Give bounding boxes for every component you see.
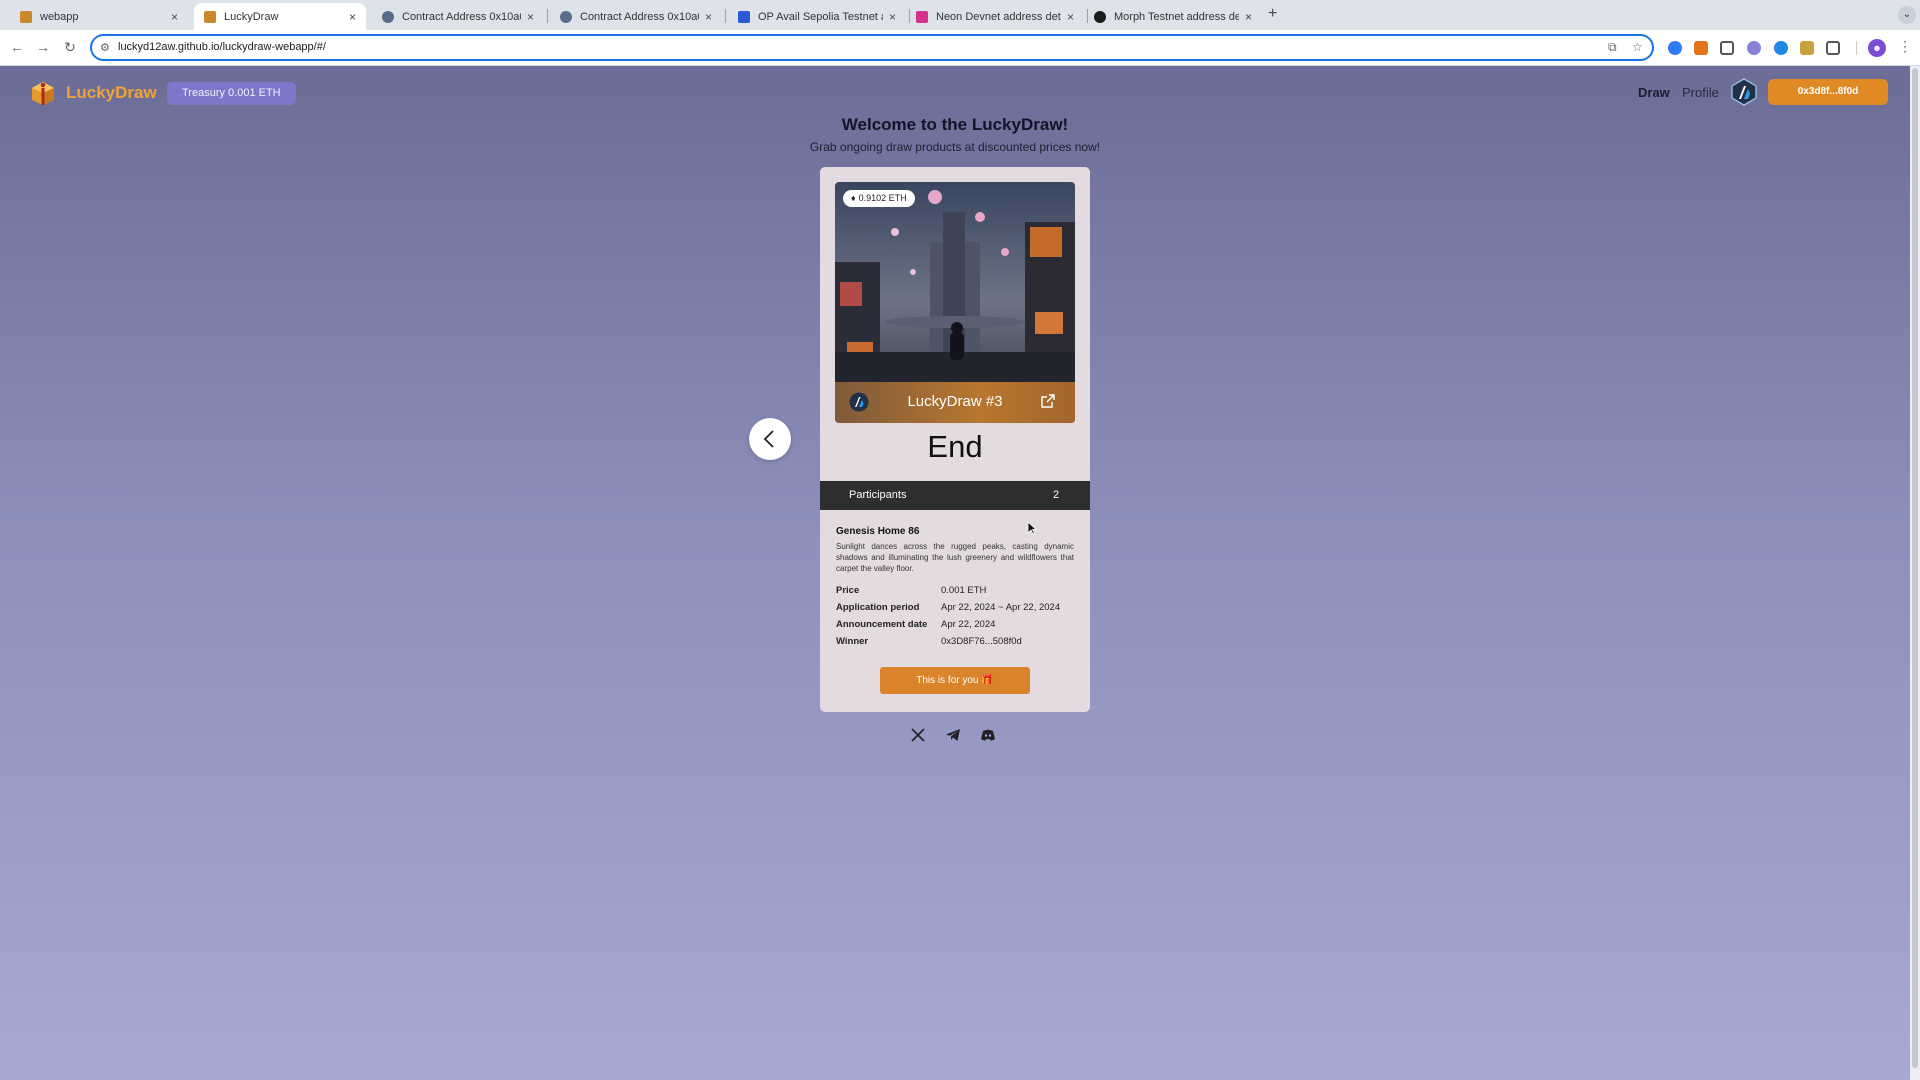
page-subtitle: Grab ongoing draw products at discounted… xyxy=(809,140,1101,154)
favicon-icon xyxy=(204,10,216,23)
close-icon[interactable]: × xyxy=(889,10,896,24)
browser-tab[interactable]: webapp × xyxy=(10,3,188,30)
tab-label: webapp xyxy=(40,10,79,23)
url-text[interactable]: luckyd12aw.github.io/luckydraw-webapp/#/ xyxy=(118,41,326,53)
discord-icon[interactable] xyxy=(980,727,996,743)
tab-label: Morph Testnet address detai xyxy=(1114,10,1239,23)
browser-toolbar: ← → ↻ ⚙ luckyd12aw.github.io/luckydraw-w… xyxy=(0,30,1920,66)
tab-label: OP Avail Sepolia Testnet add xyxy=(758,10,883,23)
browser-tab[interactable]: Neon Devnet address details × xyxy=(906,3,1084,30)
participants-count: 2 xyxy=(1053,489,1060,501)
arbitrum-network-icon[interactable] xyxy=(1731,78,1757,106)
favicon-icon xyxy=(1094,10,1106,23)
info-value: Apr 22, 2024 ~ Apr 22, 2024 xyxy=(941,602,1061,613)
brand[interactable]: LuckyDraw xyxy=(30,80,157,106)
item-description: Sunlight dances across the rugged peaks,… xyxy=(836,542,1074,573)
extension-icon[interactable] xyxy=(1747,41,1761,55)
info-key: Winner xyxy=(836,636,869,647)
page-scrollbar[interactable] xyxy=(1910,66,1920,1080)
info-key: Application period xyxy=(836,602,920,613)
eth-price-value: 0.9102 ETH xyxy=(858,193,907,203)
browser-tab[interactable]: OP Avail Sepolia Testnet add × xyxy=(728,3,906,30)
treasury-badge: Treasury 0.001 ETH xyxy=(167,82,296,105)
address-bar[interactable]: ⚙ luckyd12aw.github.io/luckydraw-webapp/… xyxy=(90,34,1654,61)
profile-avatar-icon[interactable]: ☻ xyxy=(1868,39,1886,57)
external-link-icon[interactable] xyxy=(1040,393,1056,409)
extensions-puzzle-icon[interactable] xyxy=(1826,41,1840,55)
tab-divider xyxy=(725,9,726,23)
page-title: Welcome to the LuckyDraw! xyxy=(841,115,1069,134)
info-key: Price xyxy=(836,585,860,596)
nav-profile-link[interactable]: Profile xyxy=(1682,85,1719,100)
toolbar-divider xyxy=(1856,41,1857,55)
close-icon[interactable]: × xyxy=(527,10,534,24)
tab-divider xyxy=(547,9,548,23)
site-info-icon[interactable]: ⚙ xyxy=(100,41,110,54)
this-is-for-you-button[interactable]: This is for you 🎁 xyxy=(880,667,1030,694)
back-icon[interactable]: ← xyxy=(8,39,26,55)
favicon-icon xyxy=(382,10,394,23)
browser-tab-active[interactable]: LuckyDraw × xyxy=(194,3,366,30)
close-icon[interactable]: × xyxy=(1245,10,1252,24)
wallet-address-button[interactable]: 0x3d8f...8f0d xyxy=(1768,79,1888,105)
extension-icon[interactable] xyxy=(1800,41,1814,55)
tab-label: Contract Address 0x10a04C xyxy=(402,10,521,23)
favicon-icon xyxy=(20,10,32,23)
nav-draw-link[interactable]: Draw xyxy=(1638,85,1670,100)
new-tab-icon[interactable]: + xyxy=(1268,5,1277,23)
info-value: Apr 22, 2024 xyxy=(941,619,996,630)
item-title: Genesis Home 86 xyxy=(836,526,920,537)
info-key: Announcement date xyxy=(836,619,928,630)
participants-bar: Participants 2 xyxy=(820,481,1090,510)
scrollbar-thumb[interactable] xyxy=(1912,68,1918,1068)
translate-icon[interactable]: ⧉ xyxy=(1608,40,1617,55)
extension-icon[interactable] xyxy=(1774,41,1788,55)
participants-label: Participants xyxy=(849,489,907,501)
chevron-left-icon xyxy=(763,430,774,448)
close-icon[interactable]: × xyxy=(1067,10,1074,24)
info-value: 0.001 ETH xyxy=(941,585,987,596)
draw-card: ♦ 0.9102 ETH LuckyDraw #3 End Participan… xyxy=(820,167,1090,712)
telegram-icon[interactable] xyxy=(945,727,961,743)
reload-icon[interactable]: ↻ xyxy=(61,39,79,56)
brand-name: LuckyDraw xyxy=(66,83,157,102)
eth-price-badge: ♦ 0.9102 ETH xyxy=(843,190,915,207)
info-value: 0x3D8F76...508f0d xyxy=(941,636,1022,647)
browser-tab[interactable]: Contract Address 0x10a04C × xyxy=(550,3,722,30)
tab-label: Neon Devnet address details xyxy=(936,10,1061,23)
draw-status: End xyxy=(927,429,983,464)
tab-label: LuckyDraw xyxy=(224,10,279,23)
gift-box-logo-icon xyxy=(32,82,54,105)
draw-artwork: ♦ 0.9102 ETH LuckyDraw #3 xyxy=(835,182,1075,423)
ethereum-icon: ♦ xyxy=(851,193,856,203)
browser-tab[interactable]: Contract Address 0x10a04C × xyxy=(372,3,544,30)
extension-icon[interactable] xyxy=(1720,41,1734,55)
favicon-icon xyxy=(560,10,572,23)
close-icon[interactable]: × xyxy=(349,10,356,24)
close-icon[interactable]: × xyxy=(705,10,712,24)
forward-icon[interactable]: → xyxy=(34,39,52,55)
bookmark-star-icon[interactable]: ☆ xyxy=(1632,40,1643,54)
previous-draw-button[interactable] xyxy=(749,418,791,460)
metamask-icon[interactable] xyxy=(1694,41,1708,55)
x-icon[interactable] xyxy=(910,727,926,743)
menu-kebab-icon[interactable]: ⋮ xyxy=(1898,38,1912,55)
tab-search-icon[interactable]: ⌄ xyxy=(1898,6,1916,24)
draw-name: LuckyDraw #3 xyxy=(907,393,1003,410)
draw-name-bar: LuckyDraw #3 xyxy=(835,382,1075,423)
browser-tab-bar: webapp × LuckyDraw × Contract Address 0x… xyxy=(0,0,1920,30)
favicon-icon xyxy=(738,10,750,23)
favicon-icon xyxy=(916,10,928,23)
tab-label: Contract Address 0x10a04C xyxy=(580,10,699,23)
extension-icon[interactable] xyxy=(1668,41,1682,55)
page: LuckyDraw Treasury 0.001 ETH Draw Profil… xyxy=(0,66,1910,1080)
browser-tab[interactable]: Morph Testnet address detai × xyxy=(1084,3,1262,30)
close-icon[interactable]: × xyxy=(171,10,178,24)
mouse-cursor-icon xyxy=(1027,521,1037,535)
